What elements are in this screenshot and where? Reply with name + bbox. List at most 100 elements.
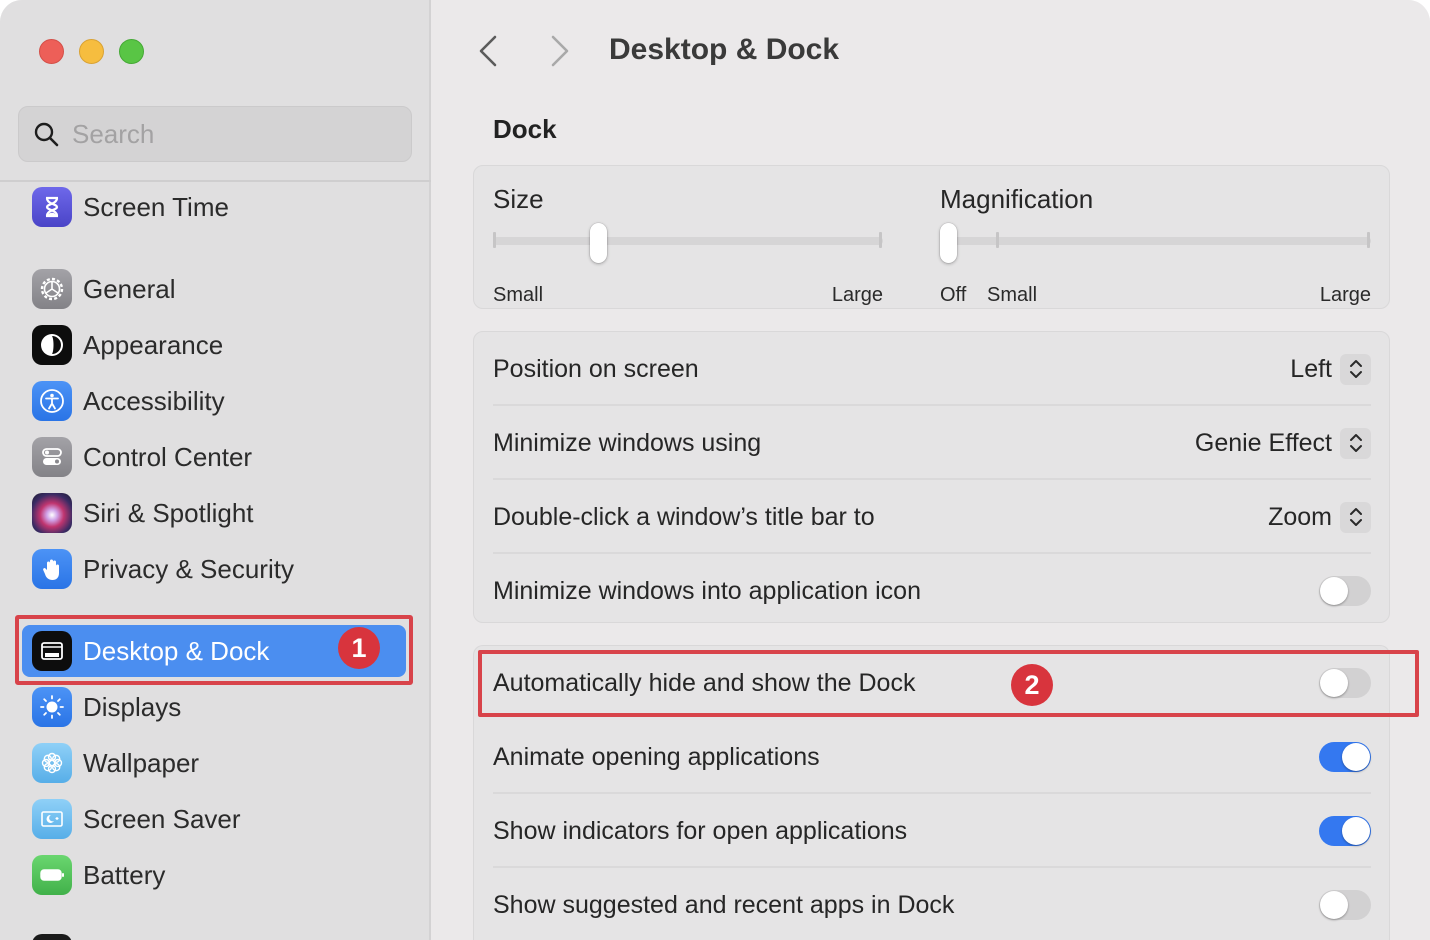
annotation-box-2 [478, 650, 1419, 717]
toggle-thumb [1342, 817, 1370, 845]
settings-window: Screen Time General Appearance Accessibi… [0, 0, 1430, 940]
magnification-max-label: Large [1319, 284, 1371, 306]
popup-value: Zoom [1268, 502, 1332, 531]
search-field[interactable] [18, 106, 412, 162]
dock-options-group: Position on screen Left Minimize windows… [473, 331, 1390, 623]
position-popup[interactable]: Left [1290, 353, 1371, 385]
minimize-window-button[interactable] [79, 39, 104, 64]
battery-icon [32, 855, 72, 895]
hand-icon [32, 549, 72, 589]
minimize-into-icon-toggle[interactable] [1319, 576, 1371, 606]
row-label: Animate opening applications [493, 742, 820, 771]
sidebar-item-label: Siri & Spotlight [83, 497, 254, 528]
toggle-thumb [1342, 743, 1370, 771]
chevron-left-icon[interactable] [475, 34, 501, 68]
chevron-up-down-icon[interactable] [1340, 501, 1371, 533]
size-slider-track[interactable] [493, 237, 883, 245]
sidebar-item-accessibility[interactable]: Accessibility [22, 375, 406, 427]
magnification-slider-tick [996, 232, 999, 248]
double-click-popup[interactable]: Zoom [1268, 501, 1371, 533]
sidebar-item-general[interactable]: General [22, 263, 406, 315]
size-slider-block: Size Small Large [493, 184, 883, 306]
setting-row-suggested-apps: Show suggested and recent apps in Dock [493, 868, 1371, 940]
sidebar-item-control-center[interactable]: Control Center [22, 431, 406, 483]
size-slider-tick [879, 232, 882, 248]
close-window-button[interactable] [39, 39, 64, 64]
annotation-badge-1: 1 [338, 627, 380, 669]
setting-row-animate: Animate opening applications [493, 720, 1371, 794]
popup-value: Left [1290, 354, 1332, 383]
setting-row-indicators: Show indicators for open applications [493, 794, 1371, 868]
magnification-slider-title: Magnification [940, 184, 1094, 214]
screen-saver-icon [32, 799, 72, 839]
sidebar-item-label: Displays [83, 691, 182, 722]
hourglass-icon [32, 187, 72, 227]
sidebar-item-displays[interactable]: Displays [22, 681, 406, 733]
section-title-dock: Dock [493, 114, 557, 144]
toggle-thumb [1320, 577, 1348, 605]
sidebar-item-battery[interactable]: Battery [22, 849, 406, 901]
sidebar-item-label: Battery [83, 859, 166, 890]
row-label: Minimize windows using [493, 428, 762, 457]
size-slider-title: Size [493, 184, 544, 214]
flower-icon [32, 743, 72, 783]
search-input[interactable] [72, 118, 392, 150]
gear-icon [32, 269, 72, 309]
row-label: Double-click a window’s title bar to [493, 502, 875, 531]
sidebar-item-label: Screen Saver [83, 803, 241, 834]
sidebar-item-siri-spotlight[interactable]: Siri & Spotlight [22, 487, 406, 539]
sidebar-item-screen-saver[interactable]: Screen Saver [22, 793, 406, 845]
sidebar-item-privacy-security[interactable]: Privacy & Security [22, 543, 406, 595]
siri-icon [32, 493, 72, 533]
magnification-slider-tick [1367, 232, 1370, 248]
appearance-icon [32, 325, 72, 365]
magnification-min-label: Small [987, 284, 1038, 306]
sidebar-item-wallpaper[interactable]: Wallpaper [22, 737, 406, 789]
suggested-apps-toggle[interactable] [1319, 890, 1371, 920]
row-label: Minimize windows into application icon [493, 576, 921, 605]
magnification-off-label: Off [940, 284, 967, 306]
row-label: Show suggested and recent apps in Dock [493, 890, 955, 919]
toggle-thumb [1320, 891, 1348, 919]
setting-row-minimize-effect: Minimize windows using Genie Effect [493, 406, 1371, 480]
magnification-slider-block: Magnification Off Small Large [940, 184, 1371, 306]
size-max-label: Large [831, 284, 883, 306]
next-sidebar-icon-partial [32, 934, 72, 940]
setting-row-minimize-into-icon: Minimize windows into application icon [493, 554, 1371, 628]
sidebar-item-label: General [83, 273, 176, 304]
row-label: Position on screen [493, 354, 699, 383]
search-icon [34, 122, 59, 147]
sidebar-item-label: Accessibility [83, 385, 225, 416]
row-label: Show indicators for open applications [493, 816, 908, 845]
size-slider-tick [493, 232, 496, 248]
sidebar-item-appearance[interactable]: Appearance [22, 319, 406, 371]
annotation-badge-2: 2 [1011, 664, 1053, 706]
sidebar-item-screen-time[interactable]: Screen Time [22, 181, 406, 233]
dock-sliders-group: Size Small Large Magnification Off Small… [473, 165, 1390, 309]
sidebar: Screen Time General Appearance Accessibi… [0, 0, 431, 940]
popup-value: Genie Effect [1194, 428, 1332, 457]
control-center-icon [32, 437, 72, 477]
setting-row-double-click: Double-click a window’s title bar to Zoo… [493, 480, 1371, 554]
size-slider-knob[interactable] [590, 223, 607, 263]
minimize-effect-popup[interactable]: Genie Effect [1194, 427, 1371, 459]
chevron-up-down-icon[interactable] [1340, 353, 1371, 385]
chevron-right-icon[interactable] [547, 34, 573, 68]
sidebar-item-label: Privacy & Security [83, 553, 294, 584]
page-title: Desktop & Dock [609, 33, 840, 66]
sidebar-item-label: Control Center [83, 441, 253, 472]
magnification-slider-knob[interactable] [940, 223, 957, 263]
accessibility-icon [32, 381, 72, 421]
zoom-window-button[interactable] [119, 39, 144, 64]
indicators-toggle[interactable] [1319, 816, 1371, 846]
sun-icon [32, 687, 72, 727]
sidebar-item-label: Screen Time [83, 191, 229, 222]
setting-row-position: Position on screen Left [493, 332, 1371, 406]
main-panel: Desktop & Dock Dock Size Small Large Mag… [433, 0, 1430, 940]
animate-apps-toggle[interactable] [1319, 742, 1371, 772]
sidebar-item-label: Appearance [83, 329, 224, 360]
magnification-slider-track[interactable] [940, 237, 1371, 245]
chevron-up-down-icon[interactable] [1340, 427, 1371, 459]
size-min-label: Small [493, 284, 544, 306]
sidebar-item-label: Wallpaper [83, 747, 200, 778]
